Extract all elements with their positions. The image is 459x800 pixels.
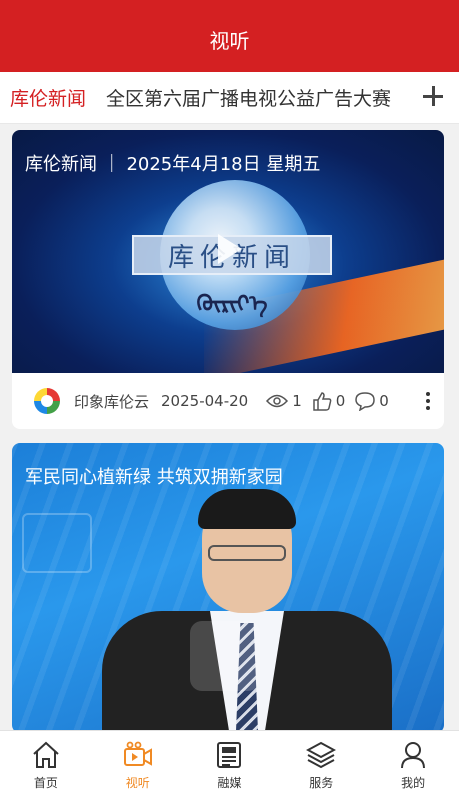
comments-count: 0 xyxy=(379,392,389,410)
user-icon xyxy=(401,742,426,769)
like-button[interactable]: 0 xyxy=(312,391,346,411)
video-icon xyxy=(123,741,152,766)
likes-count: 0 xyxy=(335,392,346,410)
publish-date: 2025-04-20 xyxy=(161,392,249,410)
nav-label: 视听 xyxy=(125,776,150,790)
add-channel-icon[interactable] xyxy=(421,84,445,108)
video-card[interactable]: 库伦新闻 ᠬᠦᠷᠢᠶ᠎ᠡ 库伦新闻 ｜ 2025年4月18日 星期五 印象库伦云… xyxy=(12,130,444,429)
tab-kulun-news[interactable]: 库伦新闻 xyxy=(0,84,96,111)
nav-label: 服务 xyxy=(309,776,334,790)
page-title: 视听 xyxy=(209,29,250,53)
video-meta: 印象库伦云 2025-04-20 1 0 0 xyxy=(12,373,444,429)
source-logo-icon xyxy=(34,388,60,414)
station-logo xyxy=(22,513,92,573)
video-title: 军民同心植新绿 共筑双拥新家园 xyxy=(25,467,283,488)
nav-profile[interactable]: 我的 xyxy=(367,731,459,800)
bottom-nav: 首页 视听 融媒 服务 我的 xyxy=(0,730,459,800)
views-count: 1 xyxy=(292,392,302,410)
newspaper-icon xyxy=(217,742,242,768)
play-icon[interactable] xyxy=(190,621,260,691)
comment-icon xyxy=(355,392,376,411)
top-header: 视听 xyxy=(0,0,459,72)
nav-label: 首页 xyxy=(33,776,58,790)
news-anchor-image xyxy=(102,489,392,733)
video-thumbnail[interactable]: 军民同心植新绿 共筑双拥新家园 xyxy=(12,443,444,733)
program-logo-script: ᠬᠦᠷᠢᠶ᠎ᠡ xyxy=(162,280,302,317)
home-icon xyxy=(33,741,59,768)
thumbs-up-icon xyxy=(313,392,332,411)
video-title: 库伦新闻 ｜ 2025年4月18日 星期五 xyxy=(25,154,321,175)
nav-services[interactable]: 服务 xyxy=(275,731,367,800)
tab-ad-contest[interactable]: 全区第六届广播电视公益广告大赛 xyxy=(96,84,401,111)
eye-icon xyxy=(266,394,289,408)
source-name: 印象库伦云 xyxy=(74,392,150,411)
nav-label: 融媒 xyxy=(217,776,242,790)
more-options-icon[interactable] xyxy=(422,392,434,410)
comment-button[interactable]: 0 xyxy=(355,391,389,411)
nav-label: 我的 xyxy=(401,776,426,790)
channel-tabbar: 库伦新闻 全区第六届广播电视公益广告大赛 xyxy=(0,72,459,124)
views-stat: 1 xyxy=(266,392,302,410)
nav-video[interactable]: 视听 xyxy=(92,731,184,800)
video-thumbnail[interactable]: 库伦新闻 ᠬᠦᠷᠢᠶ᠎ᠡ 库伦新闻 ｜ 2025年4月18日 星期五 xyxy=(12,130,444,373)
layers-icon xyxy=(306,741,337,769)
video-card[interactable]: 军民同心植新绿 共筑双拥新家园 xyxy=(12,443,444,733)
video-feed: 库伦新闻 ᠬᠦᠷᠢᠶ᠎ᠡ 库伦新闻 ｜ 2025年4月18日 星期五 印象库伦云… xyxy=(12,130,444,747)
play-icon[interactable] xyxy=(202,224,252,274)
nav-home[interactable]: 首页 xyxy=(0,731,92,800)
channel-tab-list[interactable]: 库伦新闻 全区第六届广播电视公益广告大赛 xyxy=(0,84,404,111)
nav-media[interactable]: 融媒 xyxy=(184,731,276,800)
